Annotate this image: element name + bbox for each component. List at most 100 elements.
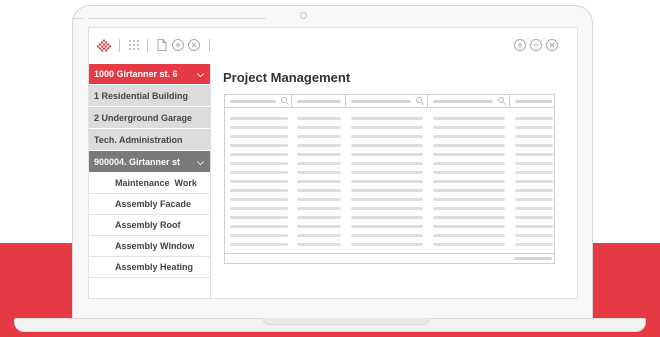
plus-circle-icon[interactable] [513,38,527,52]
header-filter-bar [297,100,341,103]
grid-icon[interactable] [127,38,141,52]
table-cell-placeholder [515,207,553,210]
table-cell-placeholder [230,144,288,147]
sidebar-item-project-1000[interactable]: 1000 Girtanner st. 6 ⌵ [89,64,210,85]
table-cell-placeholder [351,126,423,129]
table-row[interactable] [225,178,554,187]
table-cell-placeholder [230,207,288,210]
chevron-down-icon[interactable]: ⌵ [197,151,204,172]
sidebar-item-assembly-window[interactable]: Assembly Window [89,236,210,257]
table-cell-placeholder [351,234,423,237]
header-filter-bar [351,100,411,103]
column-header-search[interactable] [428,95,510,107]
header-filter-bar [515,100,552,103]
close-circle-icon[interactable] [545,38,559,52]
table-cell-placeholder [230,216,288,219]
table-row[interactable] [225,124,554,133]
close-circle-icon[interactable] [187,38,201,52]
table-row[interactable] [225,232,554,241]
laptop-base [14,318,646,332]
toolbar-separator [209,39,210,52]
camera-icon [300,12,307,19]
table-row[interactable] [225,142,554,151]
table-row[interactable] [225,115,554,124]
table-cell-placeholder [230,171,288,174]
sidebar-item-residential-building[interactable]: 1 Residential Building [89,85,210,107]
table-row[interactable] [225,205,554,214]
sidebar-item-label: Assembly Window [115,241,195,251]
column-header-search[interactable] [346,95,428,107]
toolbar-separator [147,39,148,52]
sidebar-item-tech-administration[interactable]: Tech. Administration [89,129,210,151]
table-cell-placeholder [515,171,553,174]
table-cell-placeholder [230,126,288,129]
table-row[interactable] [225,160,554,169]
sidebar-item-label: 1 Residential Building [94,91,189,101]
minus-circle-icon[interactable] [529,38,543,52]
table-row[interactable] [225,133,554,142]
column-header[interactable] [292,95,346,107]
sidebar-item-label: 900004. Girtanner st [94,157,181,167]
plus-circle-icon[interactable] [171,38,185,52]
table-cell-placeholder [297,243,341,246]
laptop-notch [263,318,429,325]
column-header[interactable] [510,95,556,107]
sidebar-item-project-900004[interactable]: 900004. Girtanner st ⌵ [89,151,210,173]
table-row[interactable] [225,187,554,196]
table-cell-placeholder [230,162,288,165]
table-cell-placeholder [433,162,505,165]
sidebar-item-assembly-roof[interactable]: Assembly Roof [89,215,210,236]
table-header [225,95,554,108]
table-cell-placeholder [515,243,553,246]
sidebar-item-underground-garage[interactable]: 2 Underground Garage [89,107,210,129]
bezel-line [72,18,84,19]
table-cell-placeholder [297,189,341,192]
sidebar-item-assembly-heating[interactable]: Assembly Heating [89,257,210,278]
table-cell-placeholder [515,180,553,183]
data-table [224,94,555,264]
table-cell-placeholder [297,234,341,237]
table-cell-placeholder [297,171,341,174]
sidebar-item-label: Assembly Heating [115,262,194,272]
horizontal-scrollbar[interactable] [514,257,552,260]
table-cell-placeholder [230,189,288,192]
sidebar-item-assembly-facade[interactable]: Assembly Facade [89,194,210,215]
table-row[interactable] [225,169,554,178]
table-cell-placeholder [297,198,341,201]
table-cell-placeholder [515,135,553,138]
sidebar: 1000 Girtanner st. 6 ⌵ 1 Residential Bui… [89,64,211,298]
table-cell-placeholder [351,153,423,156]
table-cell-placeholder [515,216,553,219]
table-row[interactable] [225,223,554,232]
document-icon[interactable] [155,38,169,52]
table-cell-placeholder [230,234,288,237]
table-cell-placeholder [351,117,423,120]
table-cell-placeholder [351,144,423,147]
table-cell-placeholder [230,225,288,228]
table-cell-placeholder [230,153,288,156]
table-cell-placeholder [433,171,505,174]
table-row[interactable] [225,151,554,160]
search-icon[interactable] [281,97,287,103]
table-cell-placeholder [433,144,505,147]
table-cell-placeholder [297,225,341,228]
table-cell-placeholder [351,162,423,165]
table-cell-placeholder [433,126,505,129]
table-row[interactable] [225,214,554,223]
table-cell-placeholder [433,216,505,219]
table-cell-placeholder [297,162,341,165]
search-icon[interactable] [498,97,504,103]
sidebar-item-maintenance-work[interactable]: Maintenance Work [89,173,210,194]
search-icon[interactable] [416,97,422,103]
table-row[interactable] [225,196,554,205]
diamond-logo-icon [97,39,111,53]
table-row[interactable] [225,241,554,250]
table-cell-placeholder [433,189,505,192]
table-cell-placeholder [433,198,505,201]
column-header-search[interactable] [225,95,292,107]
table-cell-placeholder [433,243,505,246]
chevron-down-icon[interactable]: ⌵ [197,64,204,84]
table-cell-placeholder [230,135,288,138]
table-cell-placeholder [351,171,423,174]
table-cell-placeholder [515,198,553,201]
